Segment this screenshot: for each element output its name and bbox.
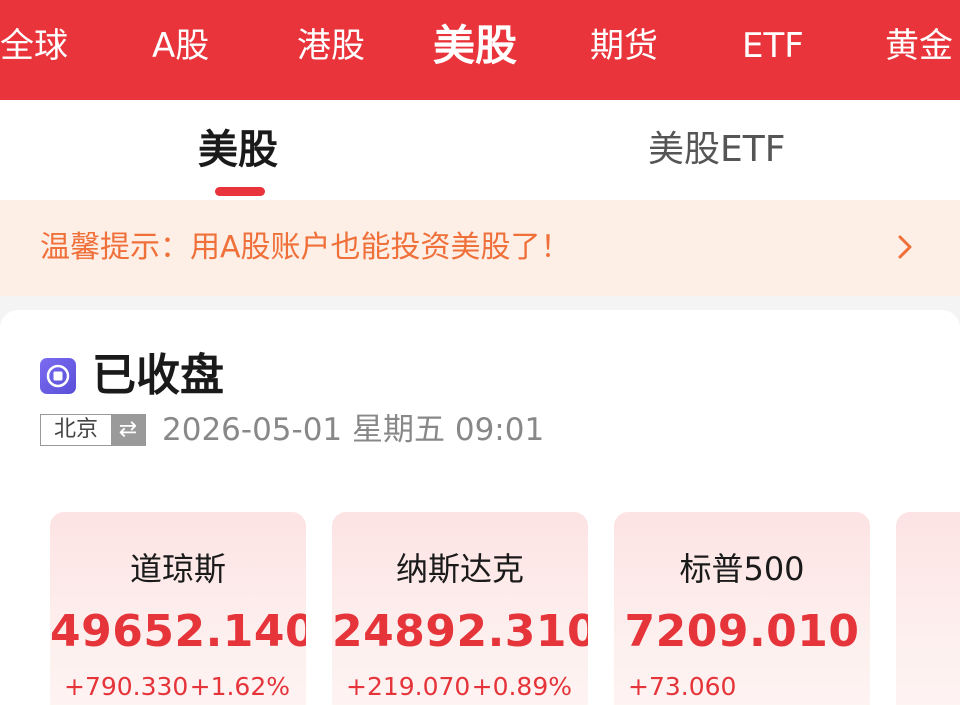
nav-item-hk-stocks[interactable]: 港股: [297, 0, 365, 92]
timezone-toggle[interactable]: 北京 ⇄: [40, 414, 146, 446]
tab-us-stocks[interactable]: 美股: [198, 100, 278, 200]
nav-item-etf[interactable]: ETF: [742, 0, 804, 92]
watermark: [754, 372, 954, 398]
sub-tabs: 美股 美股ETF: [0, 100, 960, 200]
index-price: 7209.010: [624, 606, 860, 657]
nav-item-global[interactable]: 全球: [0, 0, 68, 92]
index-name: 道琼斯: [129, 550, 226, 588]
index-change: +219.070: [346, 672, 471, 701]
index-card-partial[interactable]: [896, 512, 960, 705]
index-change: +73.060: [628, 672, 737, 701]
notice-banner[interactable]: 温馨提示：用A股账户也能投资美股了！: [0, 200, 960, 296]
index-change: +790.330: [64, 672, 189, 701]
content-area: 已收盘 北京 ⇄ 2026-05-01 星期五 09:01 道琼斯 49652.…: [0, 296, 960, 705]
index-name: 纳斯达克: [395, 550, 524, 588]
tab-us-etf[interactable]: 美股ETF: [648, 100, 785, 200]
active-tab-indicator: [215, 187, 265, 196]
notice-text: 温馨提示：用A股账户也能投资美股了！: [40, 230, 571, 265]
swap-icon: ⇄: [111, 415, 145, 445]
index-change-pct: +0.89%: [471, 672, 572, 701]
market-status-text: 已收盘: [92, 350, 224, 401]
timezone-label: 北京: [41, 415, 111, 445]
page: 全球 A股 港股 美股 期货 ETF 黄金 美股 美股ETF 温馨提示：用A股账…: [0, 0, 960, 705]
market-closed-icon: [40, 358, 76, 394]
index-card-nasdaq[interactable]: 纳斯达克 24892.310 +219.070 +0.89%: [332, 512, 588, 705]
market-nav: 全球 A股 港股 美股 期货 ETF 黄金: [0, 0, 960, 100]
index-price: 24892.310: [332, 606, 588, 657]
market-datetime: 2026-05-01 星期五 09:01: [162, 412, 545, 448]
nav-item-us-stocks[interactable]: 美股: [433, 0, 517, 92]
index-name: 标普500: [679, 550, 805, 588]
market-panel: 已收盘 北京 ⇄ 2026-05-01 星期五 09:01 道琼斯 49652.…: [0, 310, 960, 705]
chevron-right-icon: [898, 235, 912, 259]
index-card-dow[interactable]: 道琼斯 49652.140 +790.330 +1.62%: [50, 512, 306, 705]
index-card-sp500[interactable]: 标普500 7209.010 +73.060: [614, 512, 870, 705]
nav-item-futures[interactable]: 期货: [590, 0, 658, 92]
index-change-pct: +1.62%: [189, 672, 290, 701]
nav-item-a-shares[interactable]: A股: [152, 0, 209, 92]
nav-item-gold[interactable]: 黄金: [885, 0, 953, 92]
index-price: 49652.140: [50, 606, 306, 657]
